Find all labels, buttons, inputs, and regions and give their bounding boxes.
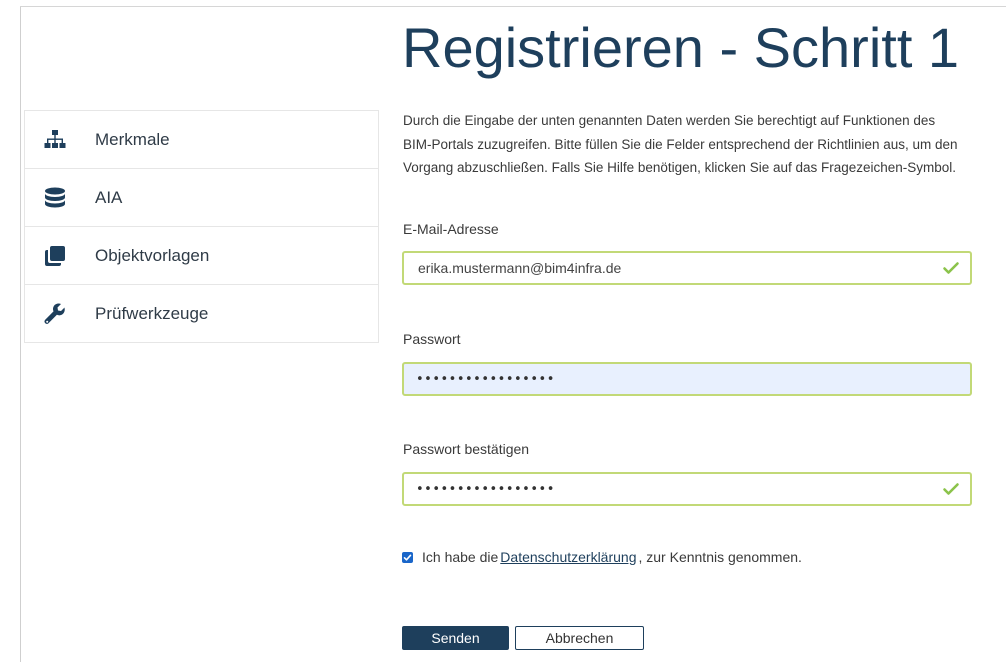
sidebar-item-label: Objektvorlagen xyxy=(95,245,210,265)
password-masked-value: ••••••••••••••••• xyxy=(416,371,555,387)
database-icon xyxy=(40,183,70,213)
submit-button[interactable]: Senden xyxy=(402,626,509,650)
email-field[interactable] xyxy=(416,259,940,277)
password-confirm-field[interactable]: ••••••••••••••••• xyxy=(402,472,972,506)
intro-text: Durch die Eingabe der unten genannten Da… xyxy=(403,113,958,175)
consent-text-suffix: , zur Kenntnis genommen. xyxy=(638,549,802,565)
checkmark-icon xyxy=(942,480,960,498)
email-field-wrapper xyxy=(402,251,972,285)
privacy-policy-link[interactable]: Datenschutzerklärung xyxy=(500,549,636,565)
copy-icon xyxy=(40,241,70,271)
sidebar-item-merkmale[interactable]: Merkmale xyxy=(24,110,379,168)
wrench-icon xyxy=(40,299,70,329)
sidebar-item-objektvorlagen[interactable]: Objektvorlagen xyxy=(24,226,379,284)
password-field[interactable]: ••••••••••••••••• xyxy=(402,362,972,396)
consent-checkbox[interactable] xyxy=(402,551,413,563)
password-confirm-label: Passwort bestätigen xyxy=(403,441,530,457)
checkbox-check-icon xyxy=(403,554,412,561)
page-frame: Merkmale AIA Objektvorlagen Prüfwerkzeug… xyxy=(0,0,1006,662)
email-label: E-Mail-Adresse xyxy=(403,221,499,237)
page-title: Registrieren - Schritt 1 xyxy=(402,16,960,79)
cancel-button[interactable]: Abbrechen xyxy=(515,626,644,650)
consent-text-prefix: Ich habe die xyxy=(422,549,499,565)
sidebar-item-label: Merkmale xyxy=(95,129,170,149)
sitemap-icon xyxy=(40,125,70,155)
password-label: Passwort xyxy=(403,331,461,347)
sidebar-item-pruefwerkzeuge[interactable]: Prüfwerkzeuge xyxy=(24,284,379,343)
privacy-consent: Ich habe die Datenschutzerklärung , zur … xyxy=(402,549,802,565)
sidebar-item-label: Prüfwerkzeuge xyxy=(95,303,209,323)
sidebar-item-aia[interactable]: AIA xyxy=(24,168,379,226)
checkmark-icon xyxy=(942,259,960,277)
password-confirm-masked-value: ••••••••••••••••• xyxy=(416,481,555,497)
sidebar-nav: Merkmale AIA Objektvorlagen Prüfwerkzeug… xyxy=(24,110,379,343)
frame-left-border xyxy=(20,6,21,662)
frame-top-border xyxy=(20,6,1006,7)
sidebar-item-label: AIA xyxy=(95,187,123,207)
